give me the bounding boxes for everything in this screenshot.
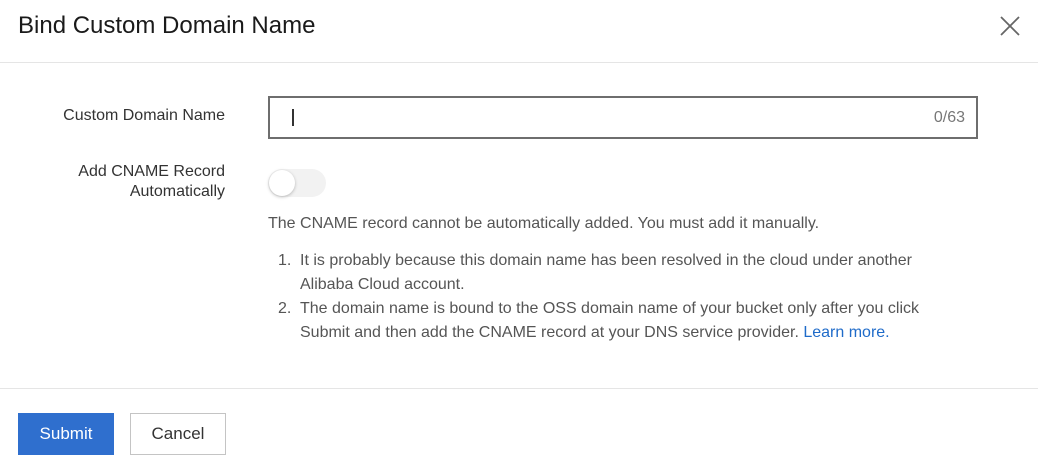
add-cname-label-line1: Add CNAME Record (78, 163, 225, 180)
close-button[interactable] (996, 12, 1024, 40)
dialog-header: Bind Custom Domain Name (0, 0, 1038, 63)
list-item-text: It is probably because this domain name … (300, 252, 912, 293)
add-cname-label-line2: Automatically (129, 183, 225, 200)
notice-list: 1. It is probably because this domain na… (278, 249, 968, 345)
close-icon (1000, 16, 1020, 36)
list-item-number: 1. (278, 252, 292, 269)
custom-domain-input[interactable] (270, 98, 910, 137)
cname-notice: The CNAME record cannot be automatically… (268, 215, 820, 232)
list-item: 2. The domain name is bound to the OSS d… (278, 297, 968, 345)
custom-domain-field[interactable]: 0/63 (268, 96, 978, 139)
character-counter: 0/63 (933, 109, 965, 126)
learn-more-link[interactable]: Learn more. (803, 324, 889, 341)
add-cname-toggle[interactable] (268, 169, 326, 197)
list-item: 1. It is probably because this domain na… (278, 249, 968, 297)
dialog-title: Bind Custom Domain Name (18, 12, 316, 39)
text-caret (292, 109, 294, 126)
bind-domain-dialog: Bind Custom Domain Name Custom Domain Na… (0, 0, 1038, 468)
cancel-button[interactable]: Cancel (130, 413, 226, 455)
custom-domain-label: Custom Domain Name (63, 107, 225, 124)
submit-button[interactable]: Submit (18, 413, 114, 455)
list-item-number: 2. (278, 300, 292, 317)
dialog-footer: Submit Cancel (0, 388, 1038, 468)
toggle-knob (269, 170, 295, 196)
add-cname-label: Add CNAME Record Automatically (5, 162, 225, 202)
